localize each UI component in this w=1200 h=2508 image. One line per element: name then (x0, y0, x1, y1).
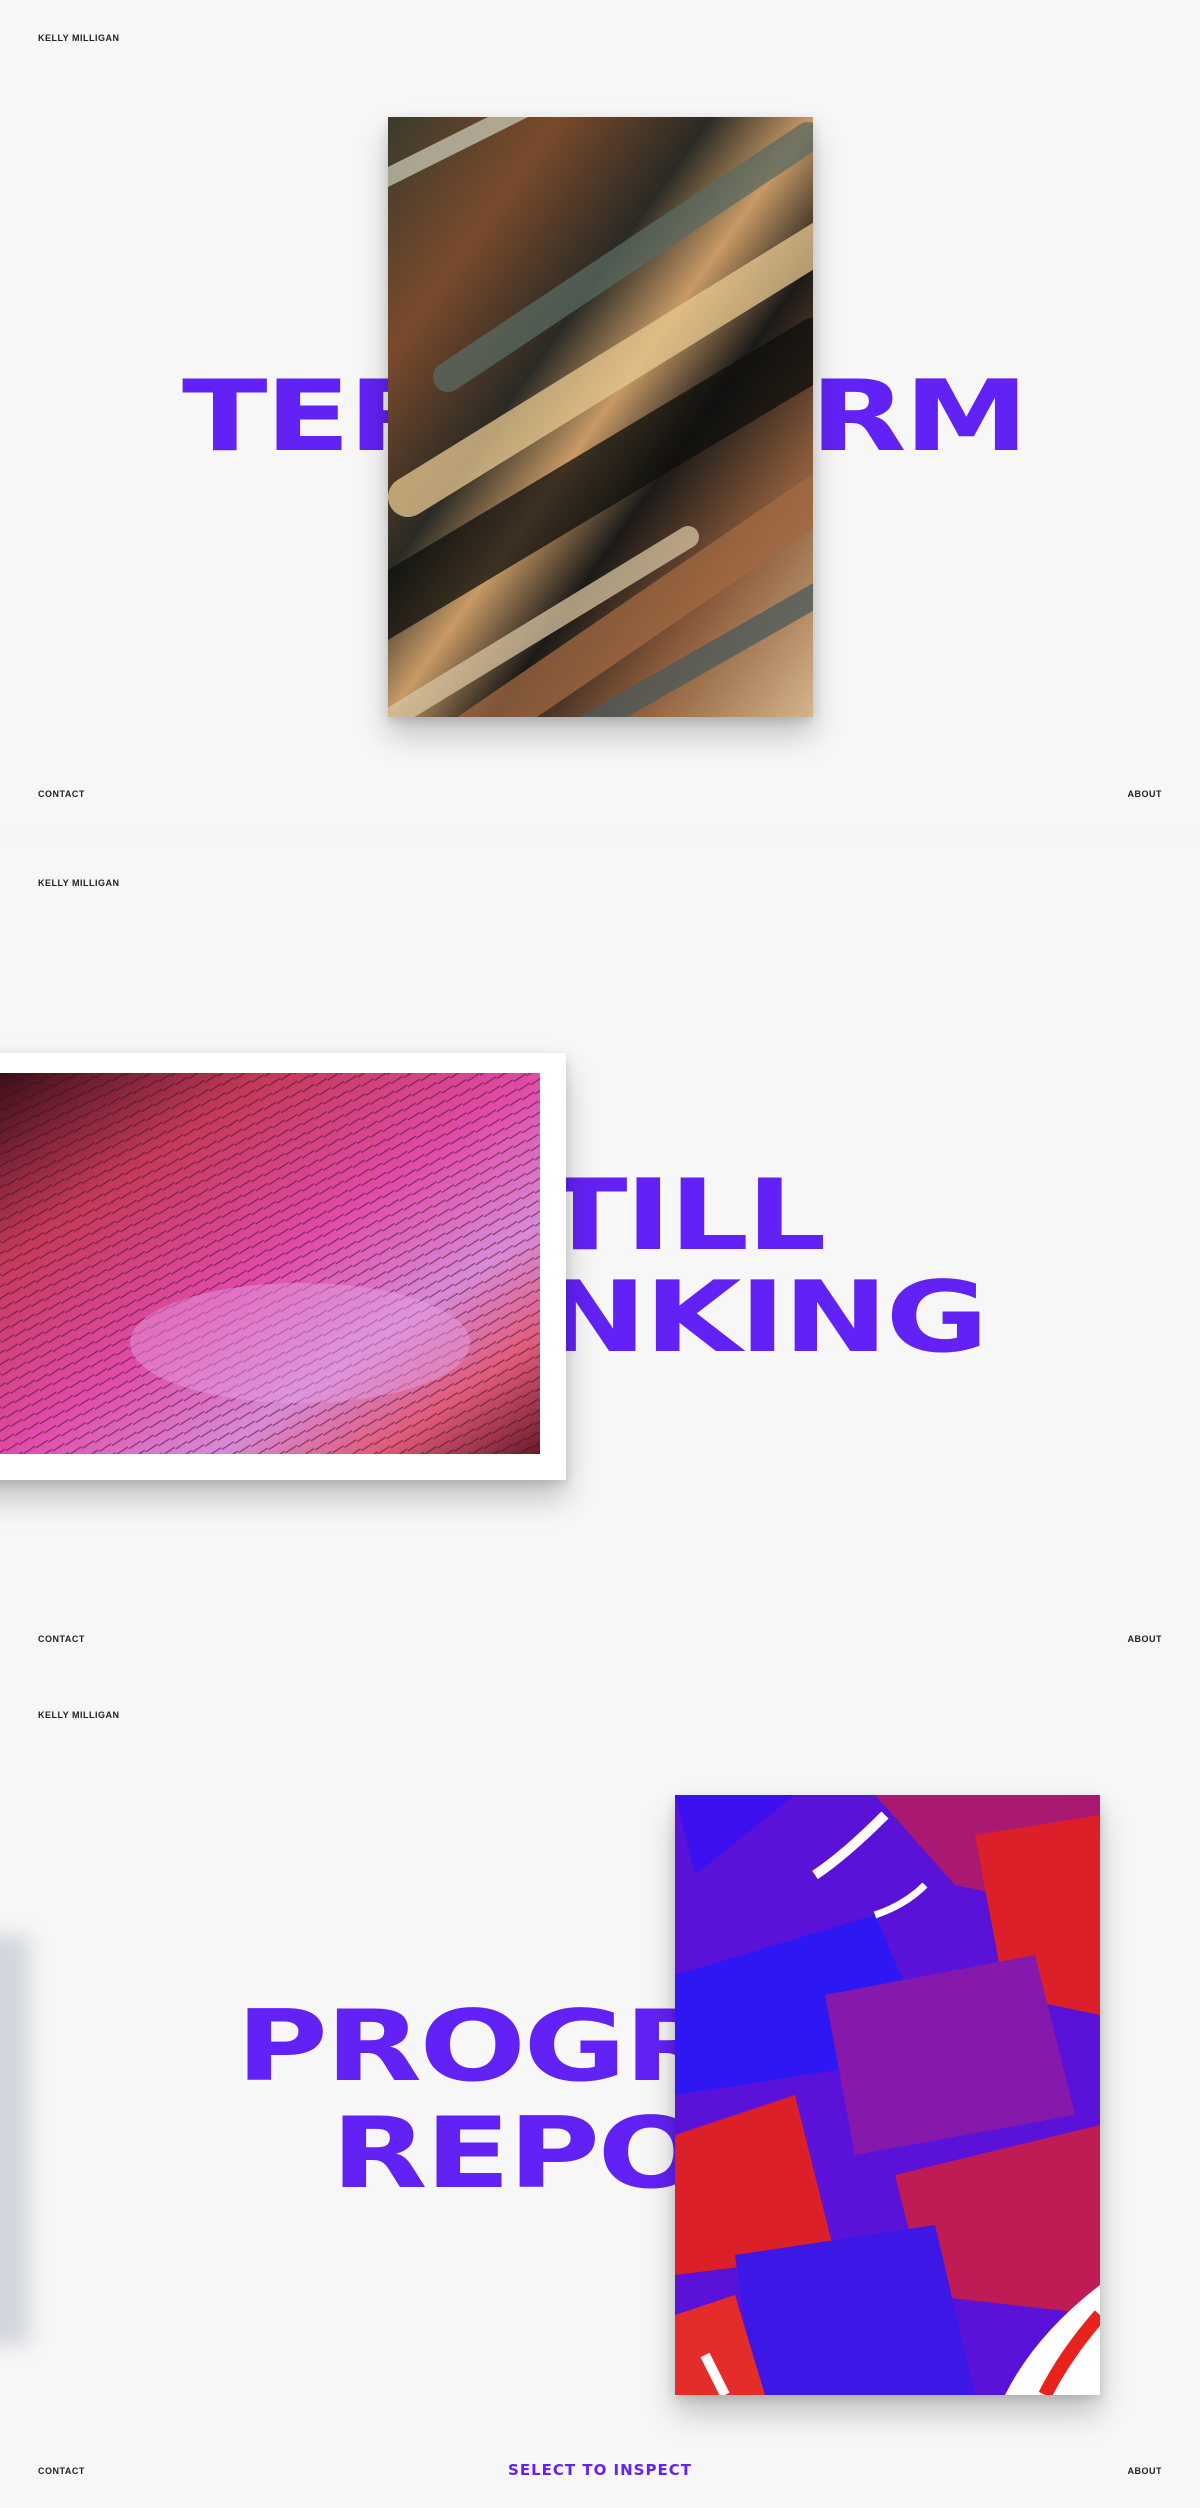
contact-link[interactable]: CONTACT (38, 2466, 85, 2476)
slide-3: KELLY MILLIGAN PROGR REPO SELECT TO INSP… (0, 1665, 1200, 2508)
artwork-pink-fur[interactable] (0, 1053, 566, 1480)
slide-title-line-1: PROGR (236, 1990, 720, 2104)
about-link[interactable]: ABOUT (1128, 1634, 1163, 1644)
blue-red-abstract-image (675, 1795, 1100, 2395)
pink-fur-image (0, 1073, 540, 1454)
about-link[interactable]: ABOUT (1128, 2466, 1163, 2476)
blurred-previous-artwork (0, 1935, 30, 2345)
slide-title-line-2: REPO (331, 2097, 704, 2211)
artwork-blue-red-abstract[interactable] (675, 1795, 1100, 2395)
brand-link[interactable]: KELLY MILLIGAN (38, 1710, 120, 1720)
slide-title-right: RM (810, 360, 1029, 474)
brand-link[interactable]: KELLY MILLIGAN (38, 33, 120, 43)
slide-title-line-2: NKING (542, 1261, 989, 1375)
contact-link[interactable]: CONTACT (38, 789, 85, 799)
contact-link[interactable]: CONTACT (38, 1634, 85, 1644)
about-link[interactable]: ABOUT (1128, 789, 1163, 799)
slide-title-line-1: TILL (542, 1159, 826, 1273)
slide-2: KELLY MILLIGAN TILL NKING CONTACT ABOUT (0, 845, 1200, 1665)
artwork-brown-brushstroke[interactable] (388, 117, 813, 717)
brown-brushstroke-image (388, 117, 813, 717)
slide-1: KELLY MILLIGAN TER RM CONTACT ABOUT (0, 0, 1200, 830)
select-to-inspect-button[interactable]: SELECT TO INSPECT (0, 2461, 1200, 2479)
brand-link[interactable]: KELLY MILLIGAN (38, 878, 120, 888)
